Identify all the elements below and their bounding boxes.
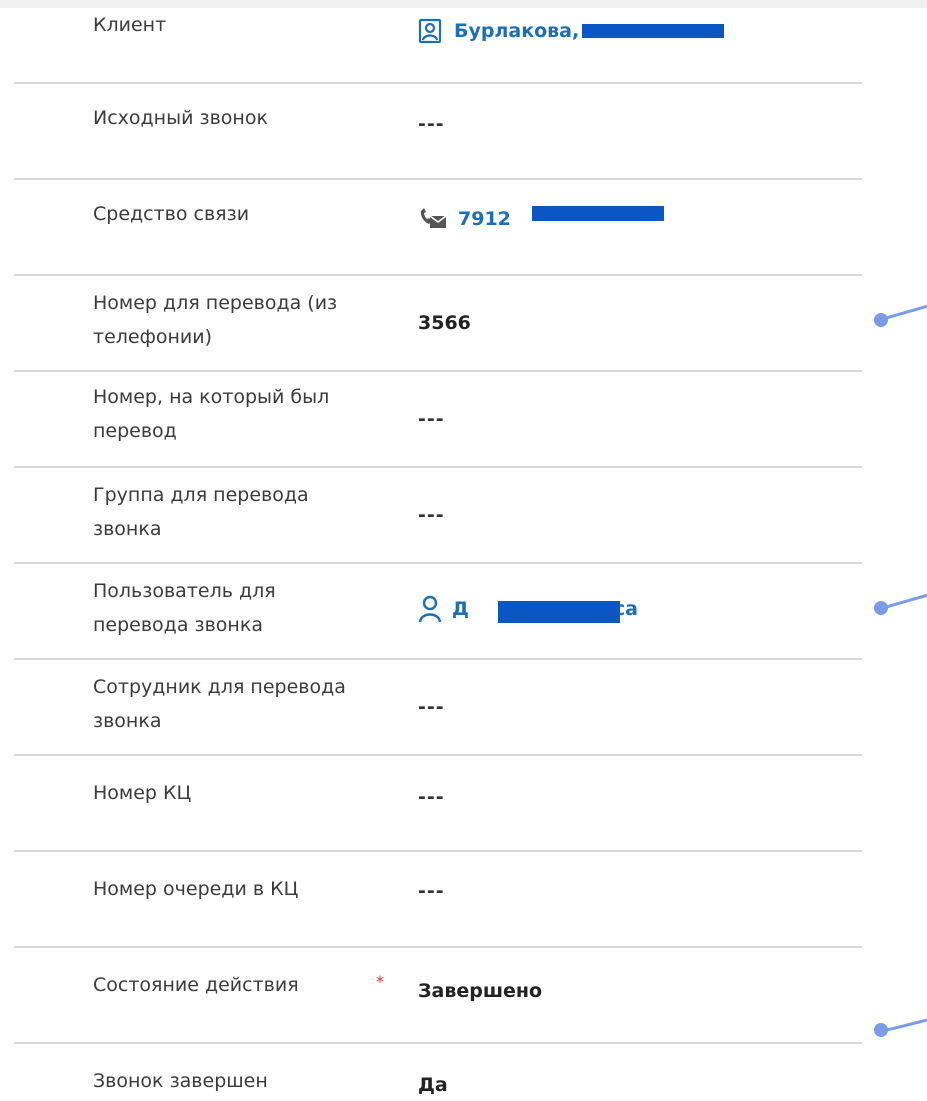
client-name: Бурлакова, <box>454 20 580 42</box>
redaction-bar <box>532 206 664 221</box>
contact-card-icon <box>418 18 444 44</box>
field-label-transfer-employee: Сотрудник для перевода звонка <box>93 676 346 732</box>
field-value-call-completed[interactable]: Да <box>418 1070 448 1100</box>
redaction-bar <box>582 24 724 38</box>
field-value-action-state[interactable]: Завершено <box>418 976 542 1006</box>
phone-envelope-icon <box>418 207 448 231</box>
field-value-transfer-number[interactable]: 3566 <box>418 308 471 338</box>
field-row-transfer-number: Номер для перевода (из телефонии) 3566 <box>14 276 862 372</box>
field-row-contact-channel: Средство связи 7912 <box>14 180 862 276</box>
contact-channel-number: 7912 <box>458 208 511 230</box>
client-lookup-link[interactable]: Бурлакова, <box>418 16 579 46</box>
required-asterisk: * <box>376 972 384 991</box>
field-row-contact-center-number: Номер КЦ --- <box>14 756 862 852</box>
field-row-call-completed: Звонок завершен Да <box>14 1044 862 1101</box>
annotation-marker <box>874 1023 888 1037</box>
field-row-action-state: Состояние действия * Завершено <box>14 948 862 1044</box>
field-row-queue-number: Номер очереди в КЦ --- <box>14 852 862 948</box>
transfer-user-name-start: Д <box>452 598 469 620</box>
field-row-transferred-to-number: Номер, на который был перевод --- <box>14 372 862 468</box>
annotation-marker <box>874 313 888 327</box>
field-value-source-call[interactable]: --- <box>418 109 445 139</box>
field-value-transfer-group[interactable]: --- <box>418 500 445 530</box>
field-row-transfer-group: Группа для перевода звонка --- <box>14 468 862 564</box>
field-row-source-call: Исходный звонок --- <box>14 82 862 180</box>
redaction-bar <box>498 601 620 623</box>
field-label-contact-center-number: Номер КЦ <box>93 782 192 804</box>
field-label-transfer-number: Номер для перевода (из телефонии) <box>93 292 338 348</box>
field-label-transferred-to-number: Номер, на который был перевод <box>93 386 330 442</box>
field-label-transfer-group: Группа для перевода звонка <box>93 484 309 540</box>
field-value-transfer-employee[interactable]: --- <box>418 692 445 722</box>
annotation-marker <box>874 601 888 615</box>
field-label-call-completed: Звонок завершен <box>93 1070 268 1092</box>
field-value-contact-center-number[interactable]: --- <box>418 782 445 812</box>
field-value-transferred-to-number[interactable]: --- <box>418 404 445 434</box>
contact-channel-link[interactable]: 7912 <box>418 204 511 234</box>
field-row-transfer-user: Пользователь для перевода звонка Д риса <box>14 564 862 660</box>
field-label-transfer-user: Пользователь для перевода звонка <box>93 580 276 636</box>
user-icon <box>418 595 442 623</box>
field-label-source-call: Исходный звонок <box>93 107 268 129</box>
field-value-queue-number[interactable]: --- <box>418 876 445 906</box>
field-row-transfer-employee: Сотрудник для перевода звонка --- <box>14 660 862 756</box>
field-label-contact-channel: Средство связи <box>93 203 250 225</box>
field-label-action-state: Состояние действия <box>93 974 299 996</box>
field-label-client: Клиент <box>93 14 167 36</box>
field-row-client: Клиент Бурлакова, <box>14 0 862 84</box>
field-label-queue-number: Номер очереди в КЦ <box>93 878 299 900</box>
